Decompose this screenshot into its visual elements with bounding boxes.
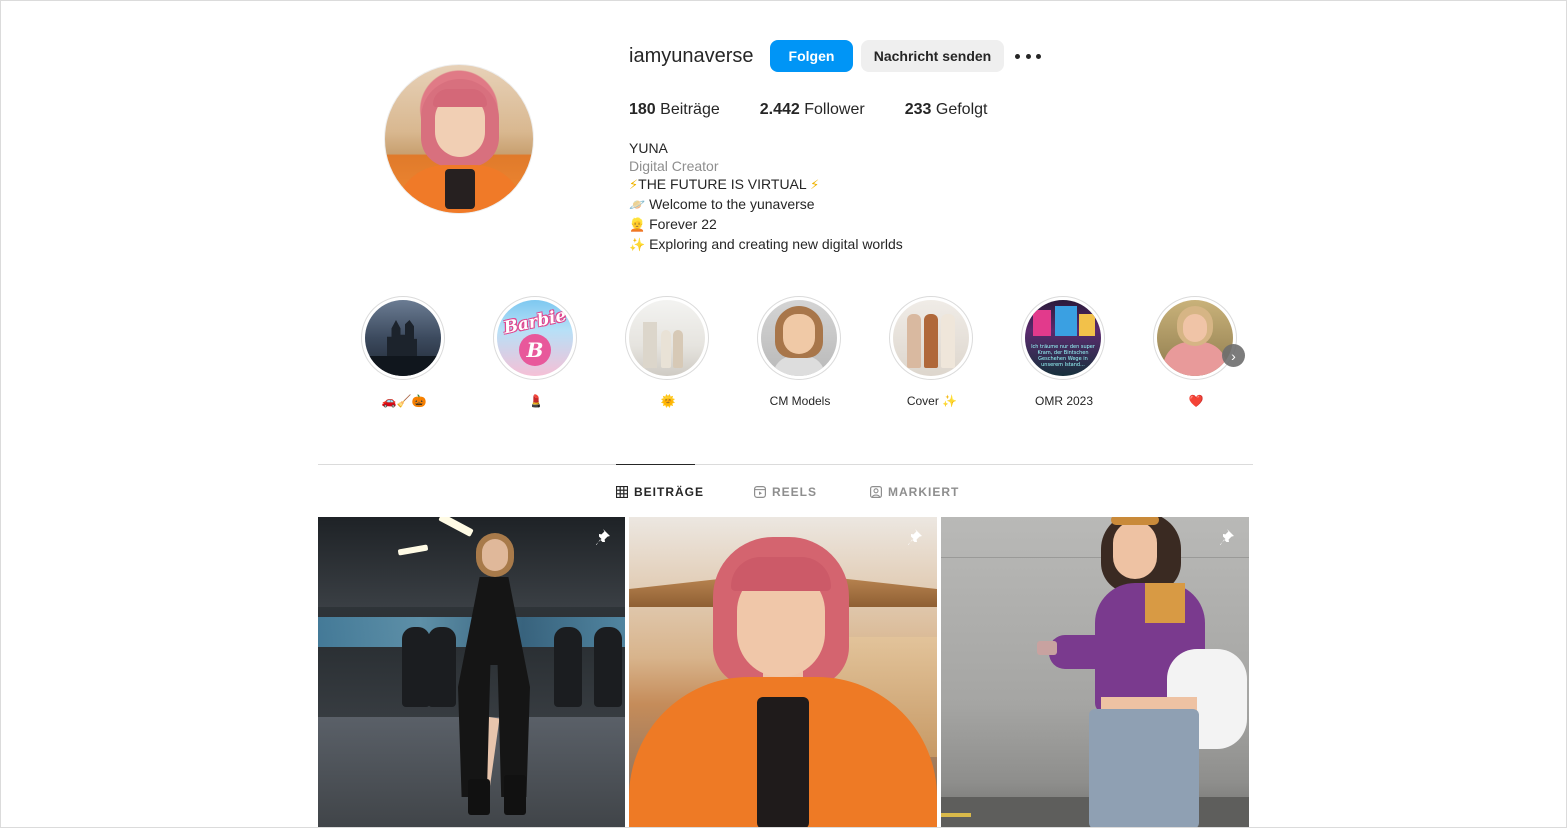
followers-stat[interactable]: 2.442 Follower [760,101,865,119]
tabs-divider [318,464,1253,465]
person-icon: 👱 [629,218,646,233]
send-message-button[interactable]: Nachricht senden [861,40,1004,72]
chevron-right-icon[interactable]: › [1222,344,1245,367]
post-thumbnail[interactable] [629,517,937,827]
highlight-cover [629,300,705,376]
barbie-b-logo: B [519,334,551,366]
highlight-cover [365,300,441,376]
following-label: Gefolgt [935,101,988,118]
story-highlights: 🚗🧹🎃 Barbie B 💄 🌞 CM Models Cover ✨ Ich t… [361,296,1261,416]
bio-line-2-text: Welcome to the yunaverse [649,196,815,212]
highlight-item[interactable]: Barbie B 💄 [493,296,579,410]
lightning-icon: ⚡ [629,178,639,193]
sparkles-icon: ✨ [629,238,646,253]
bio-line-3: 👱 Forever 22 [629,215,903,235]
bio-line-1-text: THE FUTURE IS VIRTUAL [638,176,807,192]
profile-page: iamyunaverse Folgen Nachricht senden 180… [0,0,1567,828]
omr-caption: Ich träume nur den super Kram, der Bints… [1031,344,1095,368]
reels-icon [754,486,767,499]
lightning-icon: ⚡ [810,178,820,193]
following-count: 233 [904,101,932,118]
profile-bio: YUNA Digital Creator ⚡THE FUTURE IS VIRT… [629,139,903,255]
tab-tagged[interactable]: MARKIERT [870,485,959,499]
tab-tagged-label: MARKIERT [888,485,960,499]
highlight-label: 🌞 [660,394,676,408]
bio-line-2: 🪐 Welcome to the yunaverse [629,195,903,215]
posts-stat: 180 Beiträge [629,101,720,119]
followers-label: Follower [804,101,865,118]
highlight-item[interactable]: Ich träume nur den super Kram, der Bints… [1021,296,1107,410]
pin-icon [1220,529,1234,545]
pin-icon [908,529,922,545]
pin-icon [596,529,610,545]
bio-line-3-text: Forever 22 [649,216,717,232]
highlight-item[interactable]: 🌞 [625,296,711,410]
tab-reels-label: REELS [772,485,818,499]
profile-category: Digital Creator [629,158,719,174]
profile-stats: 180 Beiträge 2.442 Follower 233 Gefolgt [629,101,1027,119]
grid-icon [615,485,629,499]
planet-icon: 🪐 [629,198,646,213]
post-thumbnail[interactable] [941,517,1249,827]
bio-line-4-text: Exploring and creating new digital world… [649,236,903,252]
highlight-cover [1157,300,1233,376]
posts-count: 180 [629,101,656,118]
highlight-label: CM Models [769,394,831,408]
followers-count: 2.442 [759,101,800,118]
active-tab-indicator [616,464,695,465]
posts-label: Beiträge [660,101,720,118]
highlight-label: 🚗🧹🎃 [381,394,427,408]
highlight-cover [893,300,969,376]
highlight-label: Cover ✨ [906,394,958,408]
tab-posts[interactable]: BEITRÄGE [615,485,705,499]
more-options-icon[interactable] [1015,47,1041,65]
highlight-item[interactable]: CM Models [757,296,843,410]
tab-reels[interactable]: REELS [754,485,817,499]
bio-line-1: ⚡THE FUTURE IS VIRTUAL ⚡ [629,175,903,195]
highlight-cover [761,300,837,376]
tagged-icon [870,486,883,499]
highlight-label: OMR 2023 [1034,394,1094,408]
highlight-label: ❤️ [1188,394,1204,408]
follow-button[interactable]: Folgen [770,40,853,72]
tab-posts-label: BEITRÄGE [634,485,705,499]
profile-avatar[interactable] [384,64,534,214]
highlight-cover: Ich träume nur den super Kram, der Bints… [1025,300,1101,376]
profile-username: iamyunaverse [629,45,754,67]
profile-display-name: YUNA [629,140,668,156]
highlight-cover: Barbie B [497,300,573,376]
highlight-item[interactable]: 🚗🧹🎃 [361,296,447,410]
highlight-item[interactable]: Cover ✨ [889,296,975,410]
post-thumbnail[interactable] [318,517,625,827]
following-stat[interactable]: 233 Gefolgt [905,101,988,119]
bio-line-4: ✨ Exploring and creating new digital wor… [629,235,903,255]
highlight-label: 💄 [528,394,544,408]
